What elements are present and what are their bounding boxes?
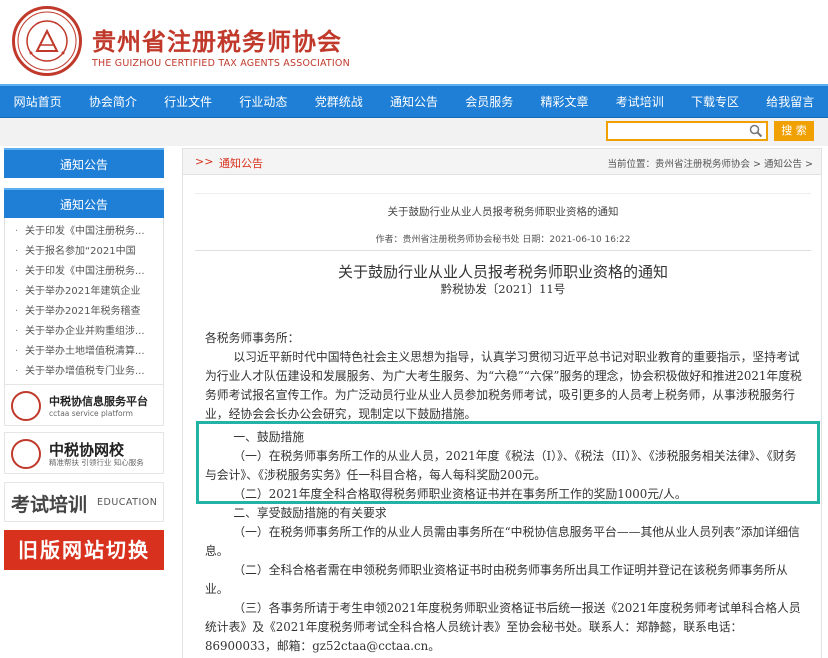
banner-subtitle: cctaa service platform (49, 409, 133, 418)
article-meta: 作者：贵州省注册税务师协会秘书处 日期：2021-06-10 16:22 (375, 235, 631, 245)
left-sidebar: 通知公告 通知公告 关于印发《中国注册税务... 关于报名参加“2021中国 关… (4, 148, 166, 570)
list-item[interactable]: 关于举办土地增值税清算... (5, 342, 163, 362)
banner-subtitle: 精准帮扶 引领行业 知心服务 (49, 458, 144, 467)
list-item[interactable]: 关于举办企业并购重组涉... (5, 322, 163, 342)
article-title: 关于鼓励行业从业人员报考税务师职业资格的通知 (337, 263, 668, 281)
list-item[interactable]: 关于举办2021年建筑企业 (5, 282, 163, 302)
nav-notices[interactable]: 通知公告 (376, 86, 451, 118)
search-input[interactable] (606, 121, 768, 141)
nav-industry-docs[interactable]: 行业文件 (151, 86, 226, 118)
document-number: 黔税协发〔2021〕11号 (440, 282, 566, 296)
breadcrumb-path[interactable]: 当前位置：贵州省注册税务师协会 > 通知公告 > (608, 156, 813, 170)
paragraph: （二）全科合格者需在申领税务师职业资格证书时由税务师事务所出具工作证明并登记在该… (205, 563, 788, 596)
nav-industry-news[interactable]: 行业动态 (226, 86, 301, 118)
nav-message[interactable]: 给我留言 (753, 86, 828, 118)
double-chevron-icon: >> (195, 155, 214, 168)
list-item[interactable]: 关于举办2021年税务稽查 (5, 302, 163, 322)
sidebar-list: 关于印发《中国注册税务... 关于报名参加“2021中国 关于印发《中国注册税务… (4, 218, 164, 389)
cctaa-school-banner[interactable]: 中税协网校 精准帮扶 引领行业 知心服务 (4, 432, 164, 474)
paragraph: （一）在税务师事务所工作的从业人员需由事务所在“中税协信息服务平台——其他从业人… (205, 525, 800, 558)
greeting: 各税务师事务所： (205, 331, 300, 345)
nav-party[interactable]: 党群统战 (301, 86, 376, 118)
list-item[interactable]: 关于举办增值税专门业务... (5, 362, 163, 382)
main-content: >> 通知公告 当前位置：贵州省注册税务师协会 > 通知公告 > 关于鼓励行业从… (182, 148, 822, 658)
site-title: 贵州省注册税务师协会 (92, 28, 342, 56)
school-logo-icon (11, 439, 41, 469)
association-logo[interactable] (12, 6, 82, 76)
paragraph: （三）各事务所请于考生申领2021年度税务师职业资格证书后统一报送《2021年度… (205, 601, 801, 653)
banner-title: 中税协信息服务平台 (49, 395, 148, 408)
search-row: 搜 索 (0, 118, 828, 146)
paragraph: （一）在税务师事务所工作的从业人员，2021年度《税法（I）》、《税法（II）》… (205, 449, 797, 482)
banner-subtitle: EDUCATION (97, 497, 158, 508)
old-site-switch-banner[interactable]: 旧版网站切换 (4, 530, 164, 570)
breadcrumb: >> 通知公告 当前位置：贵州省注册税务师协会 > 通知公告 > (183, 149, 821, 175)
nav-member-services[interactable]: 会员服务 (452, 86, 527, 118)
sidebar-tab-notices[interactable]: 通知公告 (4, 148, 164, 178)
section-title: 通知公告 (219, 157, 263, 170)
site-subtitle: THE GUIZHOU CERTIFIED TAX AGENTS ASSOCIA… (92, 58, 350, 69)
seal-icon (17, 11, 77, 71)
main-nav: 网站首页 协会简介 行业文件 行业动态 党群统战 通知公告 会员服务 精彩文章 … (0, 84, 828, 118)
search-icon (749, 124, 763, 138)
list-item[interactable]: 关于印发《中国注册税务... (5, 222, 163, 242)
nav-exam-training[interactable]: 考试培训 (602, 86, 677, 118)
paragraph-intro: 以习近平新时代中国特色社会主义思想为指导，认真学习贯彻习近平总书记对职业教育的重… (205, 350, 802, 421)
site-header: 贵州省注册税务师协会 THE GUIZHOU CERTIFIED TAX AGE… (0, 0, 828, 82)
section-heading: 一、鼓励措施 (233, 430, 305, 444)
cctaa-logo-icon (11, 391, 41, 421)
nav-home[interactable]: 网站首页 (0, 86, 75, 118)
nav-downloads[interactable]: 下载专区 (677, 86, 752, 118)
paragraph: （二）2021年度全科合格取得税务师职业资格证书并在事务所工作的奖励1000元/… (233, 487, 687, 501)
list-item[interactable]: 关于报名参加“2021中国 (5, 242, 163, 262)
nav-about[interactable]: 协会简介 (75, 86, 150, 118)
cctaa-platform-banner[interactable]: 中税协信息服务平台 cctaa service platform (4, 384, 164, 426)
search-button[interactable]: 搜 索 (774, 121, 814, 141)
article-header: 关于鼓励行业从业人员报考税务师职业资格的通知 作者：贵州省注册税务师协会秘书处 … (195, 193, 811, 251)
list-item[interactable]: 关于印发《中国注册税务... (5, 262, 163, 282)
article-header-title: 关于鼓励行业从业人员报考税务师职业资格的通知 (387, 206, 619, 218)
banner-title: 考试培训 (11, 494, 88, 516)
nav-articles[interactable]: 精彩文章 (527, 86, 602, 118)
section-heading: 二、享受鼓励措施的有关要求 (233, 506, 387, 520)
sidebar-tab-notices-list[interactable]: 通知公告 (4, 188, 164, 218)
exam-training-banner[interactable]: 考试培训 EDUCATION (4, 482, 164, 522)
